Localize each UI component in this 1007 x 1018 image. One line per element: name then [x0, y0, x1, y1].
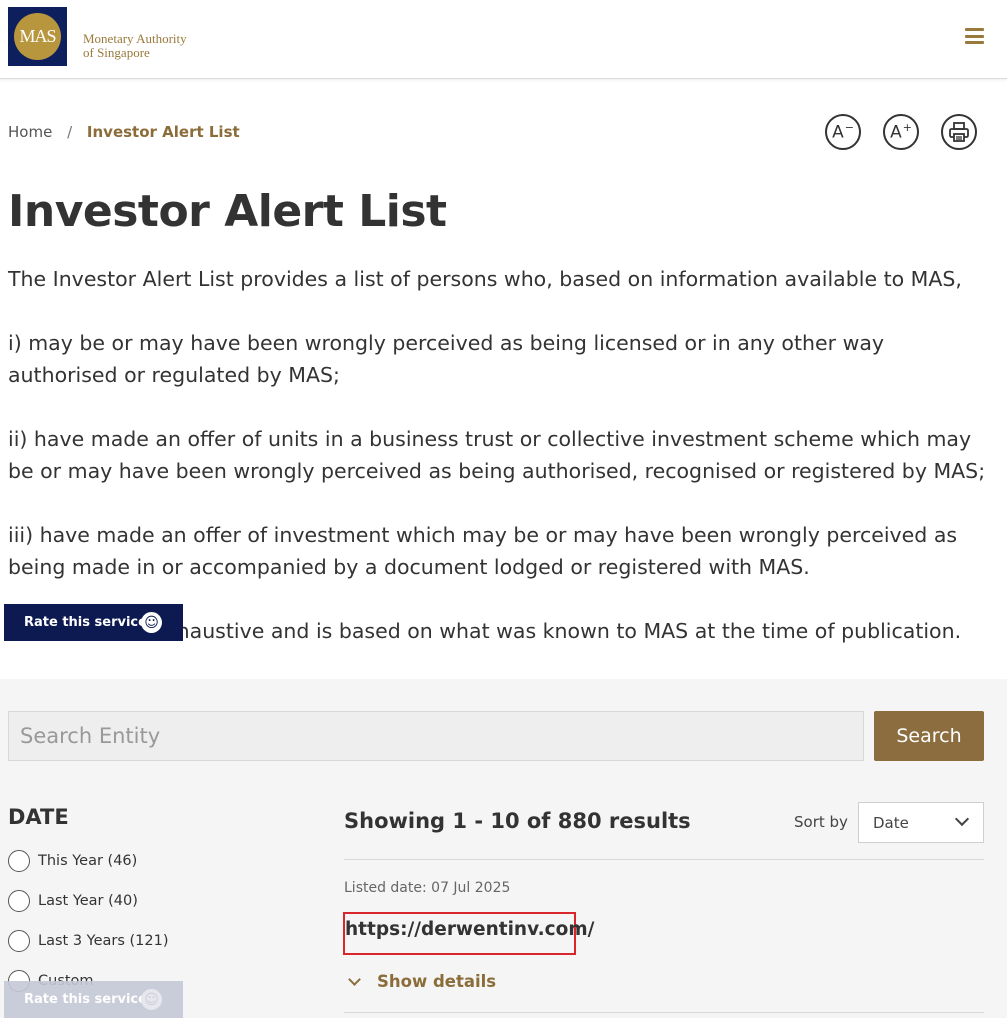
intro-lead: The Investor Alert List provides a list …: [8, 267, 962, 291]
filter-option-label: Last Year (40): [38, 893, 138, 909]
breadcrumb-separator: /: [67, 123, 73, 141]
logo-text[interactable]: Monetary Authority of Singapore: [83, 32, 187, 60]
intro-text: The Investor Alert List provides a list …: [8, 263, 998, 647]
breadcrumb-home-link[interactable]: Home: [8, 123, 52, 141]
show-details-label: Show details: [377, 972, 497, 991]
filter-option-label: This Year (46): [38, 853, 138, 869]
results-divider: [344, 859, 984, 860]
logo-text-line2: of Singapore: [83, 45, 150, 60]
results-count: Showing 1 - 10 of 880 results: [344, 809, 691, 833]
logo-mark: MAS: [14, 13, 61, 60]
result-entity-link[interactable]: https://derwentinv.com/: [345, 919, 594, 940]
chevron-down-icon: [348, 973, 361, 986]
printer-icon: [949, 122, 969, 142]
increase-font-button[interactable]: A+: [883, 114, 919, 150]
chevron-down-icon: [954, 811, 970, 827]
rate-service-label: Rate this service: [24, 615, 147, 630]
hamburger-menu-icon[interactable]: [965, 28, 984, 44]
filter-option-last-3-years[interactable]: Last 3 Years (121): [8, 930, 169, 952]
smiley-icon: ☺: [141, 989, 162, 1010]
decrease-font-icon: A−: [832, 121, 854, 143]
rate-service-button[interactable]: Rate this service ☺: [4, 604, 183, 641]
intro-point-ii: ii) have made an offer of units in a bus…: [8, 427, 986, 483]
mas-logo[interactable]: MAS: [8, 7, 67, 66]
search-button[interactable]: Search: [874, 711, 984, 761]
site-header: MAS Monetary Authority of Singapore: [0, 0, 1007, 79]
smiley-icon: ☺: [141, 612, 162, 633]
radio-button[interactable]: [8, 850, 30, 872]
logo-text-line1: Monetary Authority: [83, 31, 187, 46]
rate-service-label: Rate this service: [24, 992, 147, 1007]
increase-font-icon: A+: [890, 121, 912, 143]
filter-option-last-year[interactable]: Last Year (40): [8, 890, 138, 912]
radio-button[interactable]: [8, 930, 30, 952]
intro-point-i: i) may be or may have been wrongly perce…: [8, 331, 885, 387]
breadcrumb: Home / Investor Alert List: [8, 123, 240, 141]
sort-selected-value: Date: [873, 813, 909, 832]
search-placeholder: Search Entity: [20, 724, 161, 748]
print-button[interactable]: [941, 114, 977, 150]
results-divider: [344, 1012, 984, 1013]
result-listed-date: Listed date: 07 Jul 2025: [344, 880, 511, 896]
breadcrumb-current: Investor Alert List: [86, 123, 240, 141]
search-input[interactable]: Search Entity: [8, 711, 864, 761]
sort-label: Sort by: [794, 813, 848, 831]
intro-point-iii: iii) have made an offer of investment wh…: [8, 523, 958, 579]
date-filter-title: DATE: [8, 805, 69, 829]
sort-select[interactable]: Date: [858, 802, 984, 843]
page-title: Investor Alert List: [8, 186, 447, 237]
show-details-toggle[interactable]: Show details: [348, 972, 496, 991]
rate-service-button-faded[interactable]: Rate this service ☺: [4, 981, 183, 1018]
filter-option-label: Last 3 Years (121): [38, 933, 169, 949]
decrease-font-button[interactable]: A−: [825, 114, 861, 150]
radio-button[interactable]: [8, 890, 30, 912]
filter-option-this-year[interactable]: This Year (46): [8, 850, 137, 872]
